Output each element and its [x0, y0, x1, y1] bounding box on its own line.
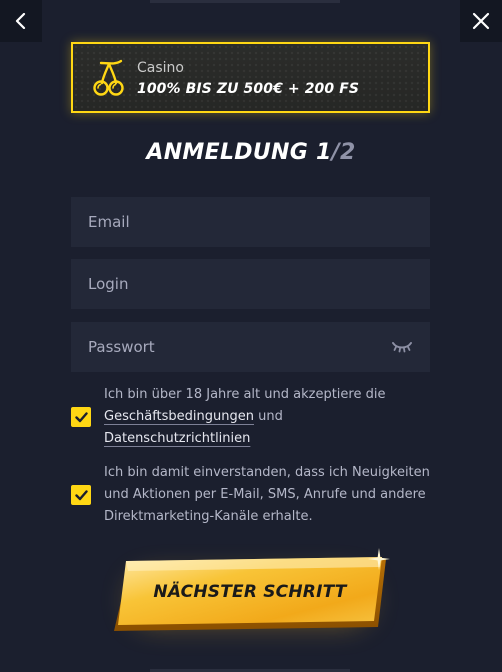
password-field[interactable] [71, 322, 430, 372]
step-separator: / [331, 140, 340, 165]
marketing-checkbox[interactable] [71, 485, 91, 505]
back-button[interactable] [0, 0, 42, 42]
login-field[interactable] [71, 259, 430, 309]
close-icon [472, 12, 490, 30]
marketing-text: Ich bin damit einverstanden, dass ich Ne… [104, 465, 430, 524]
email-input[interactable] [88, 213, 348, 231]
page-title: ANMELDUNG 1/2 [0, 140, 502, 165]
terms-text-intro: Ich bin über 18 Jahre alt und akzeptiere… [104, 387, 386, 402]
password-input[interactable] [88, 338, 348, 356]
next-step-label: NÄCHSTER SCHRITT [153, 582, 347, 602]
checkmark-icon [74, 489, 88, 500]
terms-text-and: und [254, 409, 283, 424]
close-button[interactable] [460, 0, 502, 42]
bonus-category: Casino [137, 60, 184, 76]
background-panel-edge [150, 0, 340, 3]
eye-closed-icon[interactable] [390, 338, 414, 356]
bonus-offer-text: 100% BIS ZU 500€ + 200 FS [137, 81, 360, 97]
title-text: ANMELDUNG 1 [146, 140, 332, 165]
bonus-banner[interactable]: Casino 100% BIS ZU 500€ + 200 FS [71, 42, 430, 113]
email-field[interactable] [71, 197, 430, 247]
sparkle-icon [368, 548, 390, 570]
cherries-icon [93, 59, 124, 96]
terms-text: Ich bin über 18 Jahre alt und akzeptiere… [104, 384, 434, 450]
next-step-button[interactable]: NÄCHSTER SCHRITT [110, 555, 390, 635]
step-total: 2 [339, 140, 356, 165]
privacy-policy-link[interactable]: Datenschutzrichtlinien [104, 431, 250, 446]
chevron-left-icon [15, 13, 26, 29]
login-input[interactable] [88, 275, 348, 293]
terms-checkbox[interactable] [71, 407, 91, 427]
checkmark-icon [74, 411, 88, 422]
terms-conditions-link[interactable]: Geschäftsbedingungen [104, 409, 254, 424]
